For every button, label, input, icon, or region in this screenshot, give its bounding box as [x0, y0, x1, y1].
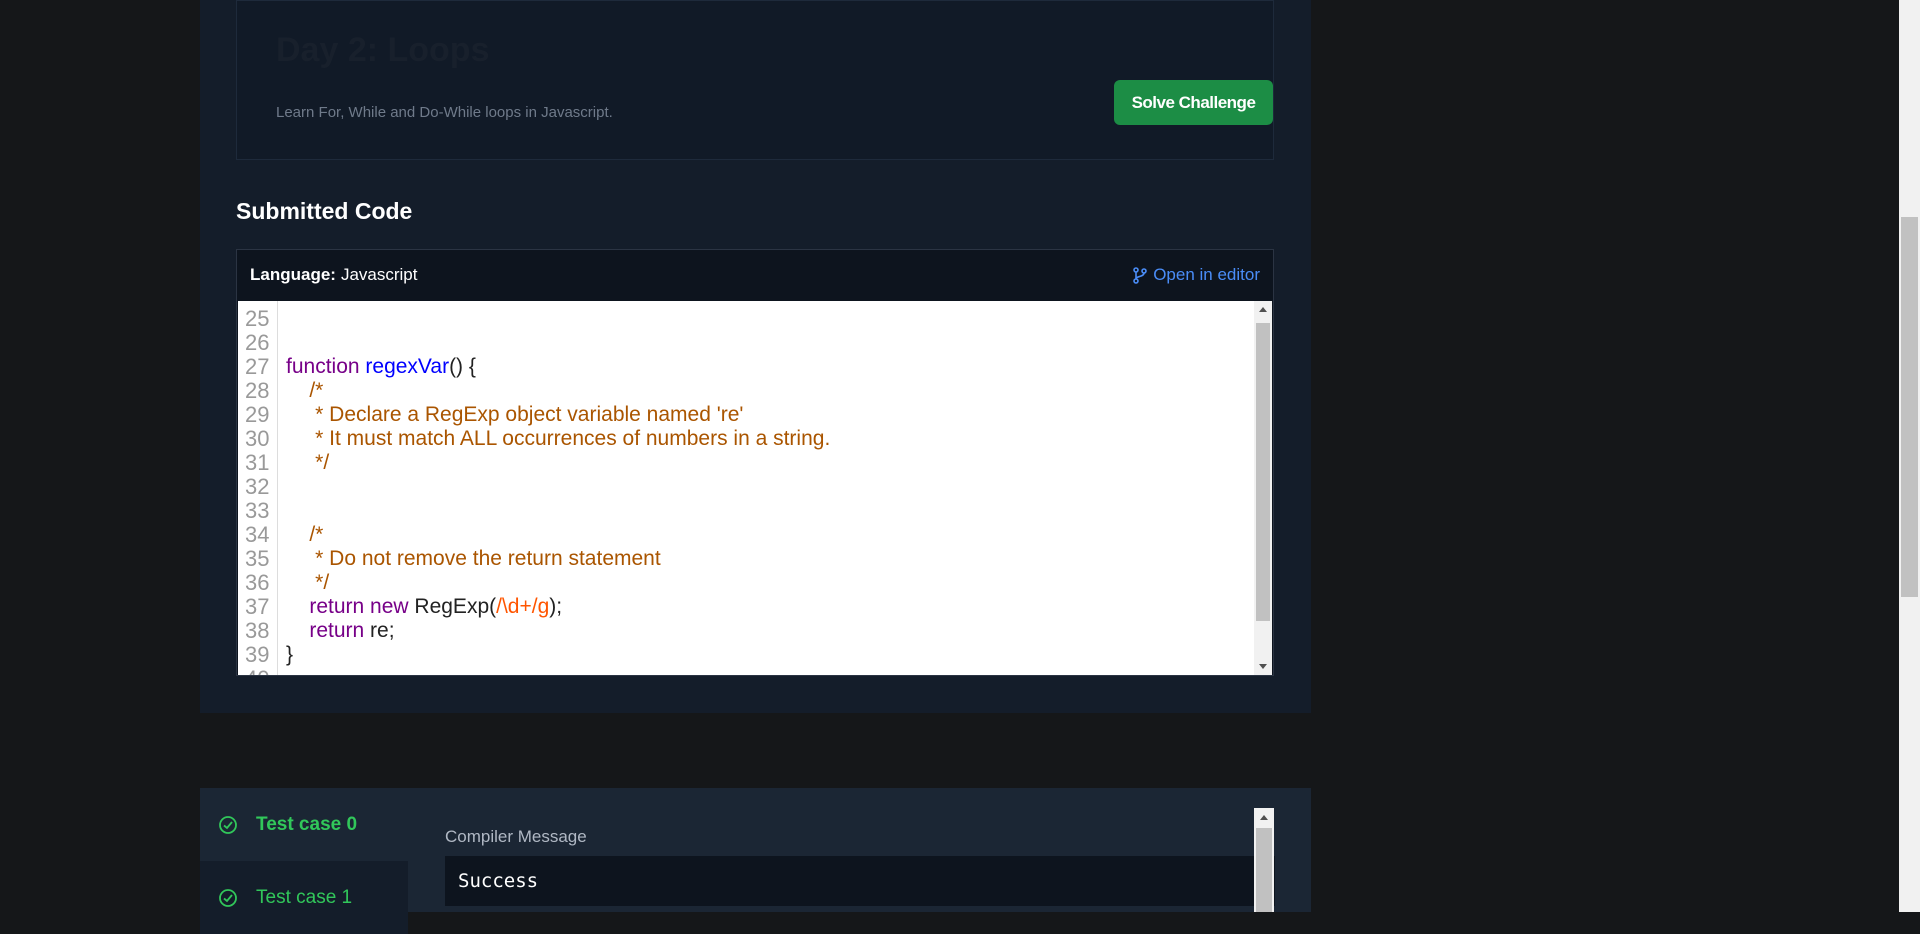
line-number: 29	[245, 402, 270, 427]
scroll-down-arrow-icon[interactable]	[1259, 664, 1267, 669]
code-line: }	[286, 643, 294, 666]
results-scrollbar[interactable]	[1254, 808, 1274, 912]
line-number: 34	[245, 522, 270, 547]
code-header: Language: Javascript Open in editor	[237, 250, 1273, 300]
code-line: /*	[286, 523, 324, 546]
challenge-card: Day 2: Loops Learn For, While and Do-Whi…	[236, 0, 1274, 160]
line-number: 35	[245, 546, 270, 571]
code-line: */	[286, 451, 330, 474]
language-label: Language:	[250, 265, 336, 284]
page-scrollbar[interactable]	[1899, 0, 1920, 912]
code-line: return re;	[309, 619, 395, 642]
code-line: /*	[286, 379, 324, 402]
line-number: 32	[245, 474, 270, 499]
compiler-message-label: Compiler Message	[445, 827, 587, 846]
line-number: 40	[245, 667, 269, 676]
test-case-list: Test case 0 Test case 1	[200, 788, 408, 934]
open-in-editor-link[interactable]: Open in editor	[1132, 265, 1260, 285]
code-line: function regexVar() {	[286, 355, 476, 378]
test-results-panel: Test case 0 Test case 1 Compiler Message…	[200, 788, 1311, 934]
challenge-title: Day 2: Loops	[276, 31, 490, 69]
line-number: 36	[245, 570, 270, 595]
language-indicator: Language: Javascript	[250, 265, 417, 285]
line-number: 30	[245, 426, 270, 451]
solve-challenge-button[interactable]: Solve Challenge	[1114, 80, 1273, 125]
language-value: Javascript	[340, 265, 418, 284]
line-number: 27	[245, 354, 270, 379]
test-case-label: Test case 0	[256, 813, 358, 835]
code-editor[interactable]: 25 26 27 28 29 30 31 32 33 34 35 36 37 3…	[238, 301, 1272, 675]
code-line: return new RegExp(/\d+/g);	[309, 595, 563, 618]
code-scrollbar[interactable]	[1254, 301, 1272, 675]
line-number-gutter: 25 26 27 28 29 30 31 32 33 34 35 36 37 3…	[238, 301, 278, 675]
line-number: 28	[245, 378, 270, 403]
scroll-up-arrow-icon[interactable]	[1259, 307, 1267, 312]
open-in-editor-label: Open in editor	[1153, 265, 1260, 284]
code-line: */	[286, 571, 330, 594]
line-number: 25	[245, 306, 270, 331]
code-scroll-thumb[interactable]	[1256, 323, 1270, 621]
check-circle-icon	[218, 888, 238, 908]
line-number: 33	[245, 498, 270, 523]
test-case-label: Test case 1	[256, 886, 353, 908]
test-case-1-tab[interactable]: Test case 1	[200, 861, 408, 934]
code-line: * Declare a RegExp object variable named…	[286, 403, 744, 426]
git-branch-icon	[1132, 266, 1148, 284]
challenge-panel: Day 2: Loops Learn For, While and Do-Whi…	[200, 0, 1311, 713]
submitted-code-box: Language: Javascript Open in editor 25 26	[236, 249, 1274, 676]
code-line: * Do not remove the return statement	[286, 547, 661, 570]
line-number: 38	[245, 618, 270, 643]
line-number: 26	[245, 330, 270, 355]
code-line: * It must match ALL occurrences of numbe…	[286, 427, 831, 450]
test-case-0-tab[interactable]: Test case 0	[200, 788, 408, 861]
compiler-message-output: Success	[445, 856, 1275, 906]
line-number: 31	[245, 450, 270, 475]
check-circle-icon	[218, 815, 238, 835]
line-number: 39	[245, 642, 270, 667]
line-number: 37	[245, 594, 270, 619]
results-scroll-thumb[interactable]	[1256, 828, 1272, 912]
scroll-up-arrow-icon[interactable]	[1260, 815, 1268, 820]
challenge-description: Learn For, While and Do-While loops in J…	[276, 104, 613, 121]
submitted-code-heading: Submitted Code	[236, 198, 413, 224]
page-scroll-thumb[interactable]	[1901, 217, 1918, 597]
